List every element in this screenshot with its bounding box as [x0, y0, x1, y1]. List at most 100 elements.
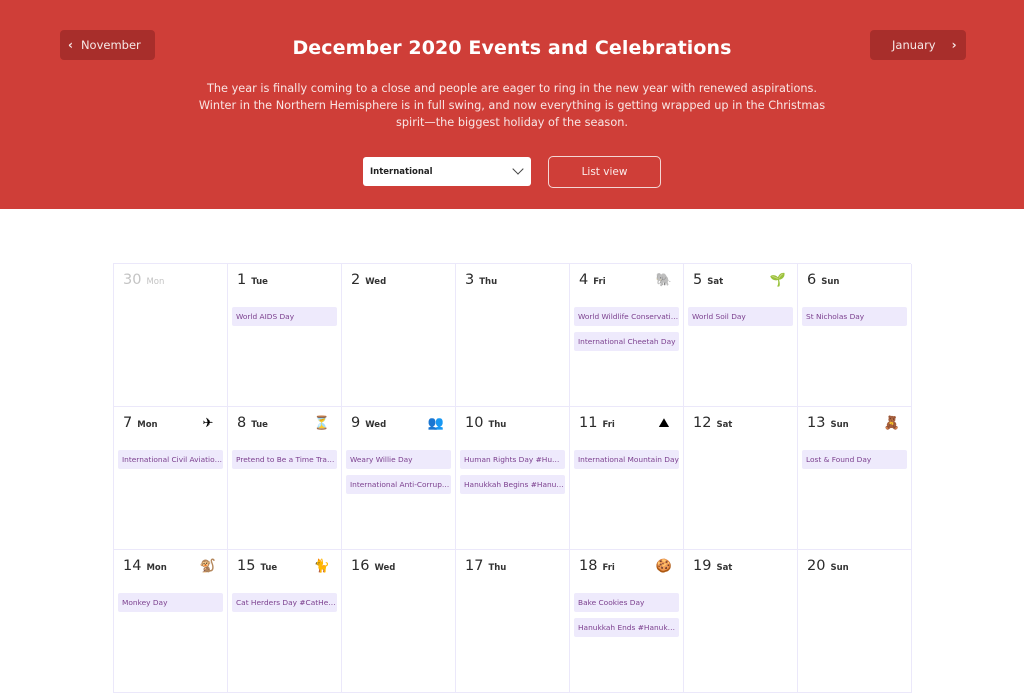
day-header: 12 Sat	[688, 415, 793, 435]
calendar-day-cell[interactable]: 19 Sat	[684, 550, 798, 693]
day-name: Sun	[830, 563, 849, 573]
day-number: 18	[579, 558, 598, 574]
day-number: 15	[237, 558, 256, 574]
event-item[interactable]: Weary Willie Day	[346, 450, 451, 469]
event-list: International Mountain Day	[574, 450, 679, 469]
event-item[interactable]: World AIDS Day	[232, 307, 337, 326]
day-name: Fri	[602, 563, 615, 573]
day-name: Thu	[488, 420, 507, 430]
event-item[interactable]: Cat Herders Day #CatHerdersDay	[232, 593, 337, 612]
calendar-day-cell[interactable]: 6 Sun St Nicholas Day	[798, 264, 912, 407]
calendar-day-cell[interactable]: 14 Mon 🐒 Monkey Day	[114, 550, 228, 693]
day-header: 6 Sun	[802, 272, 907, 292]
calendar-day-cell[interactable]: 3 Thu	[456, 264, 570, 407]
day-name: Thu	[488, 563, 507, 573]
event-item[interactable]: Hanukkah Ends #Hanukkah	[574, 618, 679, 637]
day-header: 16 Wed	[346, 558, 451, 578]
event-list: Human Rights Day #HumanRightsDay Hanukkah…	[460, 450, 565, 494]
list-view-button[interactable]: List view	[548, 156, 661, 188]
event-list: Pretend to Be a Time Traveler Day	[232, 450, 337, 469]
event-item[interactable]: World Soil Day	[688, 307, 793, 326]
day-name: Mon	[137, 420, 158, 430]
day-header: 3 Thu	[460, 272, 565, 292]
day-number: 4	[579, 272, 589, 288]
calendar-day-cell[interactable]: 11 Fri ⛰ International Mountain Day	[570, 407, 684, 550]
event-item[interactable]: International Cheetah Day	[574, 332, 679, 351]
day-name: Wed	[365, 277, 387, 287]
page-header: ‹ November December 2020 Events and Cele…	[0, 0, 1024, 209]
chevron-right-icon: ›	[951, 38, 957, 52]
calendar-day-cell[interactable]: 4 Fri 🐘 World Wildlife Conservation Day Inte…	[570, 264, 684, 407]
calendar-day-cell[interactable]: 30 Mon	[114, 264, 228, 407]
cookies-icon: 🍪	[655, 559, 673, 574]
event-item[interactable]: International Anti-Corruption Day	[346, 475, 451, 494]
calendar-day-cell[interactable]: 18 Fri 🍪 Bake Cookies Day Hanukkah Ends #Han…	[570, 550, 684, 693]
calendar-day-cell[interactable]: 7 Mon ✈ International Civil Aviation Day	[114, 407, 228, 550]
calendar-day-cell[interactable]: 15 Tue 🐈 Cat Herders Day #CatHerdersDay	[228, 550, 342, 693]
day-header: 1 Tue	[232, 272, 337, 292]
day-header: 10 Thu	[460, 415, 565, 435]
calendar-day-cell[interactable]: 13 Sun 🧸 Lost & Found Day	[798, 407, 912, 550]
day-name: Sun	[821, 277, 840, 287]
event-list: Bake Cookies Day Hanukkah Ends #Hanukkah	[574, 593, 679, 637]
day-name: Sat	[716, 420, 733, 430]
event-item[interactable]: Pretend to Be a Time Traveler Day	[232, 450, 337, 469]
event-item[interactable]: International Mountain Day	[574, 450, 679, 469]
calendar-day-cell[interactable]: 2 Wed	[342, 264, 456, 407]
day-number: 6	[807, 272, 817, 288]
event-list: Lost & Found Day	[802, 450, 907, 469]
event-list: World Soil Day	[688, 307, 793, 326]
calendar-day-cell[interactable]: 12 Sat	[684, 407, 798, 550]
category-filter-select[interactable]: International	[363, 157, 531, 186]
day-name: Tue	[251, 420, 268, 430]
day-name: Fri	[602, 420, 615, 430]
event-item[interactable]: International Civil Aviation Day	[118, 450, 223, 469]
day-number: 12	[693, 415, 712, 431]
event-list: International Civil Aviation Day	[118, 450, 223, 469]
monkey-icon: 🐒	[199, 559, 217, 574]
event-item[interactable]: Hanukkah Begins #Hanukkah	[460, 475, 565, 494]
day-name: Fri	[593, 277, 606, 287]
day-number: 1	[237, 272, 247, 288]
event-item[interactable]: St Nicholas Day	[802, 307, 907, 326]
calendar-day-cell[interactable]: 1 Tue World AIDS Day	[228, 264, 342, 407]
day-name: Sat	[716, 563, 733, 573]
day-name: Mon	[146, 277, 165, 287]
day-number: 13	[807, 415, 826, 431]
day-number: 14	[123, 558, 142, 574]
day-number: 9	[351, 415, 361, 431]
day-number: 8	[237, 415, 247, 431]
calendar-day-cell[interactable]: 16 Wed	[342, 550, 456, 693]
day-name: Sun	[830, 420, 849, 430]
event-item[interactable]: Lost & Found Day	[802, 450, 907, 469]
airplane-icon: ✈	[202, 416, 214, 431]
event-item[interactable]: Monkey Day	[118, 593, 223, 612]
calendar-day-cell[interactable]: 17 Thu	[456, 550, 570, 693]
event-item[interactable]: Human Rights Day #HumanRightsDay	[460, 450, 565, 469]
event-list: World AIDS Day	[232, 307, 337, 326]
calendar-day-cell[interactable]: 5 Sat 🌱 World Soil Day	[684, 264, 798, 407]
day-name: Tue	[251, 277, 268, 287]
calendar-day-cell[interactable]: 20 Sun	[798, 550, 912, 693]
day-number: 16	[351, 558, 370, 574]
calendar-day-cell[interactable]: 8 Tue ⏳ Pretend to Be a Time Traveler Day	[228, 407, 342, 550]
day-name: Thu	[479, 277, 498, 287]
calendar-day-cell[interactable]: 10 Thu Human Rights Day #HumanRightsDay Han…	[456, 407, 570, 550]
next-month-button[interactable]: January ›	[870, 30, 966, 60]
day-header: 2 Wed	[346, 272, 451, 292]
event-item[interactable]: Bake Cookies Day	[574, 593, 679, 612]
day-number: 2	[351, 272, 361, 288]
calendar-day-cell[interactable]: 9 Wed 👥 Weary Willie Day International Anti-…	[342, 407, 456, 550]
day-header: 17 Thu	[460, 558, 565, 578]
day-number: 17	[465, 558, 484, 574]
event-item[interactable]: World Wildlife Conservation Day	[574, 307, 679, 326]
day-number: 7	[123, 415, 133, 431]
event-list: Monkey Day	[118, 593, 223, 612]
day-name: Wed	[365, 420, 387, 430]
day-header: 20 Sun	[802, 558, 907, 578]
elephant-icon: 🐘	[655, 273, 673, 288]
soil-shovel-icon: 🌱	[769, 273, 787, 288]
event-list: Weary Willie Day International Anti-Corru…	[346, 450, 451, 494]
day-number: 3	[465, 272, 475, 288]
lost-found-icon: 🧸	[883, 416, 901, 431]
